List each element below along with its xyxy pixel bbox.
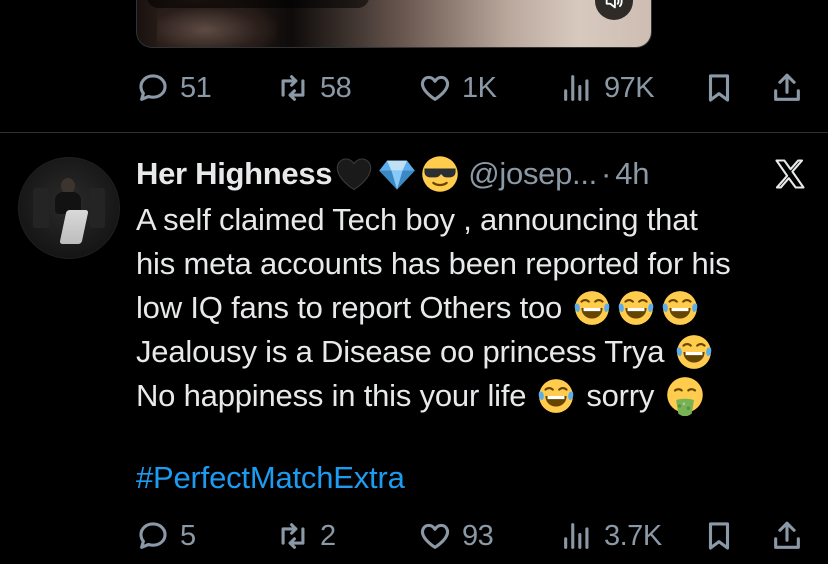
avatar-detail <box>33 188 49 228</box>
reply-button[interactable]: 5 <box>136 518 196 554</box>
reply-icon <box>139 74 167 101</box>
views-button[interactable]: 3.7K <box>560 518 662 554</box>
share-icon <box>774 73 800 101</box>
views-button[interactable]: 97K <box>560 70 655 106</box>
tweet-action-bar: 5 2 93 3.7K <box>136 518 806 554</box>
tweet-text-segment: Jealousy is a Disease oo princess Trya <box>136 334 665 369</box>
views-count: 97K <box>604 71 655 104</box>
laughing-tears-icon <box>661 289 699 327</box>
tweet-media-video[interactable] <box>136 0 652 48</box>
hashtag-link[interactable]: #PerfectMatchExtra <box>136 460 405 496</box>
laughing-tears-icon <box>537 377 575 415</box>
user-handle[interactable]: @josep... <box>468 156 597 192</box>
reply-count: 51 <box>180 71 212 104</box>
tweet-text-segment: No happiness in this your life <box>136 378 527 413</box>
media-caption-overlay <box>147 0 369 8</box>
share-button[interactable] <box>770 518 804 554</box>
bookmark-button[interactable] <box>702 518 736 554</box>
avatar-detail <box>59 210 89 244</box>
tweet-line: No happiness in this your life sorry <box>136 374 826 418</box>
previous-tweet-action-bar: 51 58 1K 97K <box>136 70 806 106</box>
nauseated-face-icon <box>665 376 705 416</box>
tweet-text-segment: his meta accounts has been reported for … <box>136 246 731 281</box>
tweet-text-segment: sorry <box>586 378 655 413</box>
tweet-line: low IQ fans to report Others too <box>136 286 826 330</box>
bookmark-button[interactable] <box>702 70 736 106</box>
tweet-line: Jealousy is a Disease oo princess Trya <box>136 330 826 374</box>
repost-button[interactable]: 58 <box>276 70 352 106</box>
black-heart-icon <box>334 154 374 194</box>
like-button[interactable]: 93 <box>418 518 494 554</box>
analytics-icon <box>564 523 589 549</box>
like-count: 1K <box>462 71 497 104</box>
timestamp[interactable]: 4h <box>615 156 649 192</box>
avatar[interactable] <box>18 157 120 259</box>
tweet-header: Her Highness @josep... · 4h <box>136 152 649 196</box>
laughing-tears-icon <box>573 289 611 327</box>
share-icon <box>774 521 800 549</box>
like-count: 93 <box>462 519 494 552</box>
speaker-icon[interactable] <box>595 0 633 20</box>
heart-icon <box>420 75 450 101</box>
reply-count: 5 <box>180 519 196 552</box>
tweet-text-segment: A self claimed Tech boy , announcing tha… <box>136 202 698 237</box>
share-button[interactable] <box>770 70 804 106</box>
separator-dot: · <box>600 156 612 191</box>
reply-icon <box>139 522 167 549</box>
repost-count: 58 <box>320 71 352 104</box>
tweet-text-segment: low IQ fans to report Others too <box>136 290 563 325</box>
analytics-icon <box>564 75 589 101</box>
bookmark-icon <box>708 74 730 102</box>
bookmark-icon <box>708 522 730 550</box>
repost-button[interactable]: 2 <box>276 518 336 554</box>
x-logo-icon <box>772 156 808 192</box>
laughing-tears-icon <box>675 333 713 371</box>
tweet-line: A self claimed Tech boy , announcing tha… <box>136 198 826 242</box>
tweet-line: his meta accounts has been reported for … <box>136 242 826 286</box>
sunglasses-face-icon <box>420 154 460 194</box>
like-button[interactable]: 1K <box>418 70 497 106</box>
heart-icon <box>420 523 450 549</box>
views-count: 3.7K <box>604 519 662 552</box>
laughing-tears-icon <box>617 289 655 327</box>
display-name[interactable]: Her Highness <box>136 156 333 192</box>
reply-button[interactable]: 51 <box>136 70 212 106</box>
timeline: 51 58 1K 97K Her Highness @josep... · 4h… <box>0 0 828 564</box>
repost-icon <box>281 523 305 549</box>
repost-icon <box>281 75 305 101</box>
avatar-detail <box>89 188 105 228</box>
gem-icon <box>376 154 418 194</box>
tweet-divider <box>0 132 828 133</box>
repost-count: 2 <box>320 519 336 552</box>
tweet-body: A self claimed Tech boy , announcing tha… <box>136 198 826 418</box>
